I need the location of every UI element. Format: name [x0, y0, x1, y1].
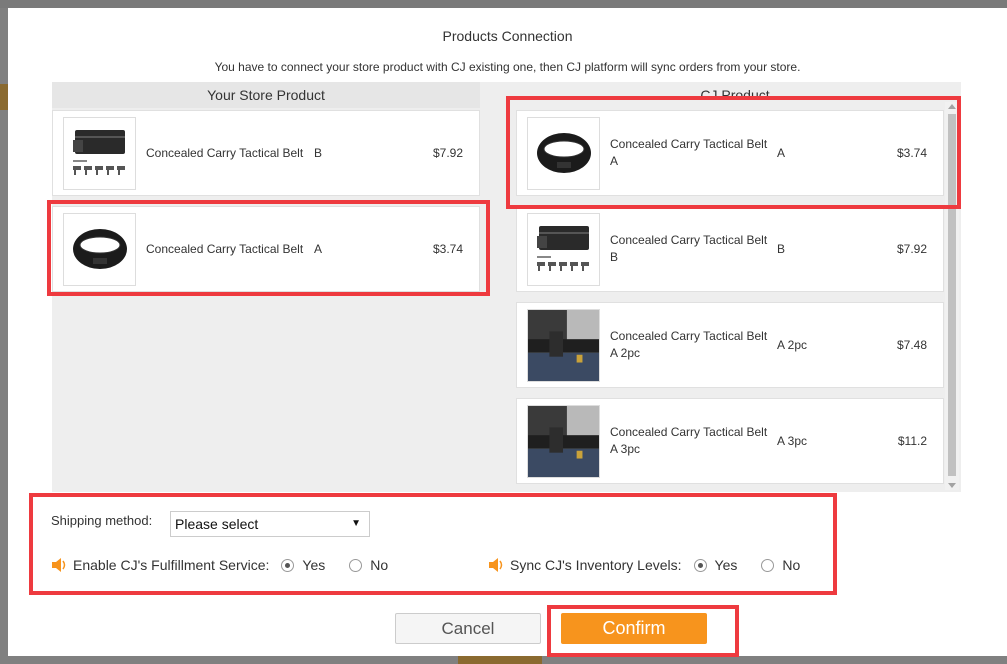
store-product-card[interactable]: Concealed Carry Tactical Belt A $3.74	[52, 206, 480, 292]
inventory-no-label[interactable]: No	[782, 557, 800, 573]
cancel-button[interactable]: Cancel	[395, 613, 541, 644]
products-connection-modal: Products Connection You have to connect …	[8, 8, 1007, 656]
background-orange-tab-left	[0, 84, 8, 110]
background-pin-button	[458, 656, 542, 664]
speaker-icon	[52, 558, 66, 572]
scroll-down-arrow-icon[interactable]	[948, 483, 956, 488]
shipping-method-label: Shipping method:	[51, 513, 153, 528]
shipping-method-value: Please select	[175, 516, 259, 532]
cj-product-price: $11.2	[897, 434, 927, 448]
store-product-name: Concealed Carry Tactical Belt	[146, 145, 304, 160]
fulfillment-option-row: Enable CJ's Fulfillment Service: Yes No	[51, 557, 412, 573]
scroll-up-arrow-icon[interactable]	[948, 104, 956, 109]
shipping-method-select[interactable]: Please select ▼	[170, 511, 370, 537]
cj-product-price: $3.74	[896, 146, 927, 160]
cj-product-card[interactable]: Concealed Carry Tactical Belt A 2pc A 2p…	[516, 302, 944, 388]
speaker-icon	[489, 558, 503, 572]
store-product-variant: A	[314, 242, 323, 256]
cj-product-price: $7.48	[896, 338, 927, 352]
fulfillment-no-label[interactable]: No	[370, 557, 388, 573]
cj-product-name: Concealed Carry Tactical Belt A 3pc	[610, 425, 768, 456]
black-belt-image	[527, 116, 600, 190]
store-product-card[interactable]: Concealed Carry Tactical Belt B $7.92	[52, 110, 480, 196]
cj-product-card[interactable]: Concealed Carry Tactical Belt A 3pc A 3p…	[516, 398, 944, 484]
store-product-variant: B	[314, 146, 323, 160]
store-product-name: Concealed Carry Tactical Belt	[146, 241, 304, 256]
cj-product-variant: A 2pc	[777, 338, 808, 352]
confirm-button[interactable]: Confirm	[561, 613, 707, 644]
product-matching-panel: Your Store Product CJ Product Concealed …	[52, 82, 961, 492]
cj-product-header: CJ Product	[514, 82, 956, 108]
scroll-thumb[interactable]	[948, 114, 956, 476]
inventory-no-radio[interactable]	[761, 558, 775, 572]
cj-product-name: Concealed Carry Tactical Belt A 2pc	[610, 329, 768, 360]
cj-product-variant: B	[777, 242, 786, 256]
worn-holster-image	[527, 404, 600, 478]
cj-product-price: $7.92	[896, 242, 927, 256]
dropdown-arrow-icon: ▼	[351, 518, 361, 529]
worn-holster-image	[527, 308, 600, 382]
inventory-yes-radio[interactable]	[693, 558, 707, 572]
store-product-price: $7.92	[432, 146, 463, 160]
store-product-price: $3.74	[432, 242, 463, 256]
cj-product-name: Concealed Carry Tactical Belt B	[610, 233, 768, 264]
belt-with-guns-image	[63, 116, 136, 190]
inventory-option-row: Sync CJ's Inventory Levels: Yes No	[488, 557, 824, 573]
inventory-label: Sync CJ's Inventory Levels:	[510, 557, 682, 573]
fulfillment-yes-label[interactable]: Yes	[302, 557, 325, 573]
cj-product-card[interactable]: Concealed Carry Tactical Belt A A $3.74	[516, 110, 944, 196]
cj-product-name: Concealed Carry Tactical Belt A	[610, 137, 768, 168]
cj-product-scrollbar[interactable]	[945, 102, 959, 490]
cj-product-card[interactable]: Concealed Carry Tactical Belt B B $7.92	[516, 206, 944, 292]
modal-title: Products Connection	[442, 28, 573, 44]
fulfillment-yes-radio[interactable]	[281, 558, 295, 572]
cj-product-variant: A 3pc	[777, 434, 808, 448]
belt-with-guns-image	[527, 212, 600, 286]
fulfillment-no-radio[interactable]	[349, 558, 363, 572]
modal-subtitle: You have to connect your store product w…	[214, 60, 801, 74]
fulfillment-label: Enable CJ's Fulfillment Service:	[73, 557, 270, 573]
black-belt-image	[63, 212, 136, 286]
store-product-header: Your Store Product	[52, 82, 480, 108]
background-top-strip	[0, 0, 1007, 8]
inventory-yes-label[interactable]: Yes	[715, 557, 738, 573]
cj-product-variant: A	[777, 146, 786, 160]
